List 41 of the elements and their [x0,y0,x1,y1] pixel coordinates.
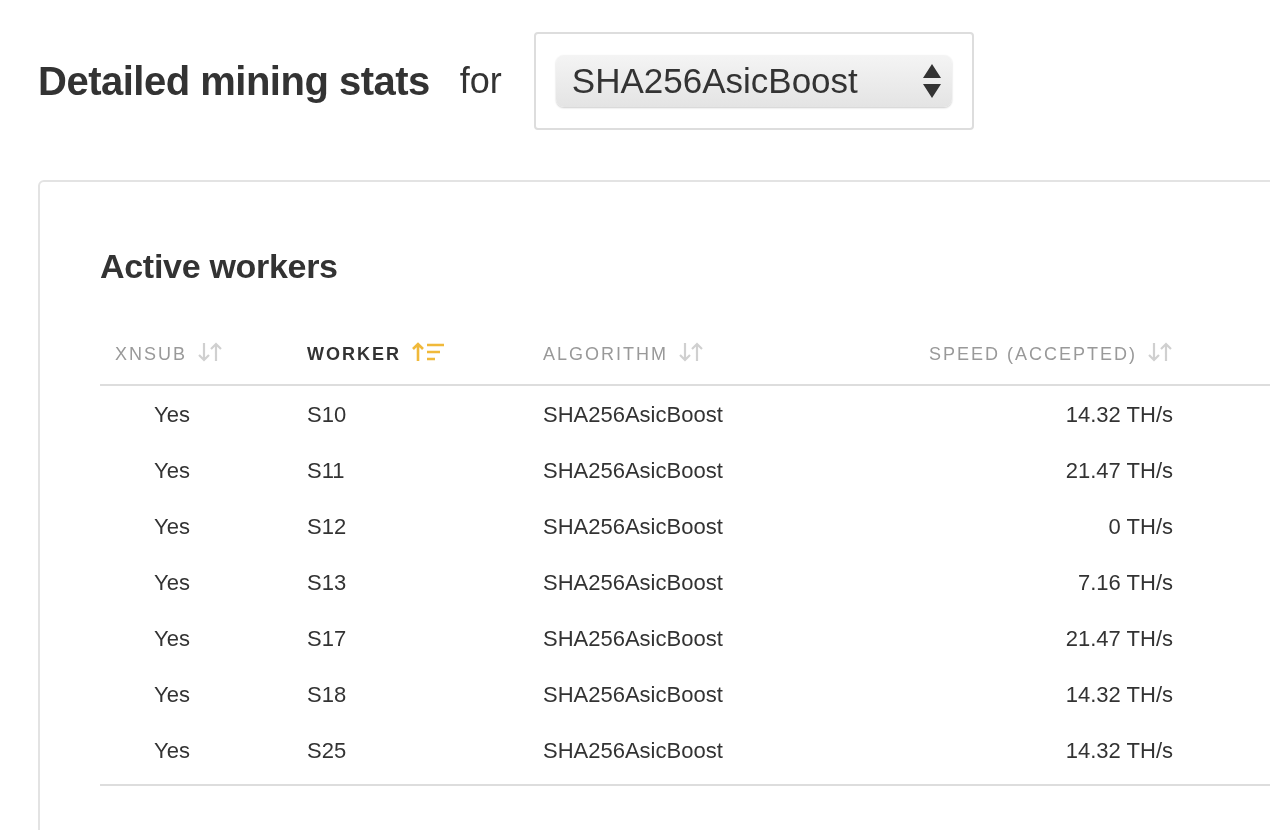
table-cell: SHA256AsicBoost [543,625,723,651]
table-cell: SHA256AsicBoost [543,569,723,595]
table-cell: Yes [154,681,190,707]
table-cell: 14.32 TH/s [1065,401,1173,427]
algorithm-select[interactable]: SHA256AsicBoost [555,55,952,107]
table-cell: 21.47 TH/s [1065,457,1173,483]
column-header[interactable]: WORKER [307,340,401,368]
column-header[interactable]: SPEED (ACCEPTED) [928,340,1137,368]
table-cell: 21.47 TH/s [1065,625,1173,651]
table-cell: Yes [154,513,190,539]
sort-icon[interactable] [678,341,704,363]
table-cell: Yes [154,457,190,483]
table-cell: SHA256AsicBoost [543,737,723,763]
table-cell: S25 [307,737,347,763]
table-cell: S10 [307,401,347,427]
table-cell: 0 TH/s [1108,513,1173,539]
page-heading: Detailed mining stats [38,58,430,105]
table-cell: Yes [154,625,190,651]
table-cell: SHA256AsicBoost [543,513,723,539]
heading-connector: for [459,59,502,103]
card-title: Active workers [100,246,339,287]
table-cell: SHA256AsicBoost [543,457,723,483]
table-cell: Yes [154,737,190,763]
column-header[interactable]: XNSUB [115,340,187,368]
sort-ascending-icon[interactable] [411,341,445,363]
sort-icon[interactable] [197,341,223,363]
table-cell: SHA256AsicBoost [543,401,723,427]
table-cell: S13 [307,569,347,595]
table-cell: S18 [307,681,347,707]
column-header[interactable]: ALGORITHM [543,340,668,368]
table-cell: S12 [307,513,347,539]
table-cell: S17 [307,625,347,651]
table-cell: Yes [154,401,190,427]
sort-icon[interactable] [1147,341,1173,363]
table-cell: Yes [154,569,190,595]
table-cell: S11 [307,457,345,483]
table-cell: 14.32 TH/s [1065,681,1173,707]
table-cell: 7.16 TH/s [1078,569,1173,595]
table-cell: SHA256AsicBoost [543,681,723,707]
table-cell: 14.32 TH/s [1065,737,1173,763]
stepper-icon [921,63,942,99]
